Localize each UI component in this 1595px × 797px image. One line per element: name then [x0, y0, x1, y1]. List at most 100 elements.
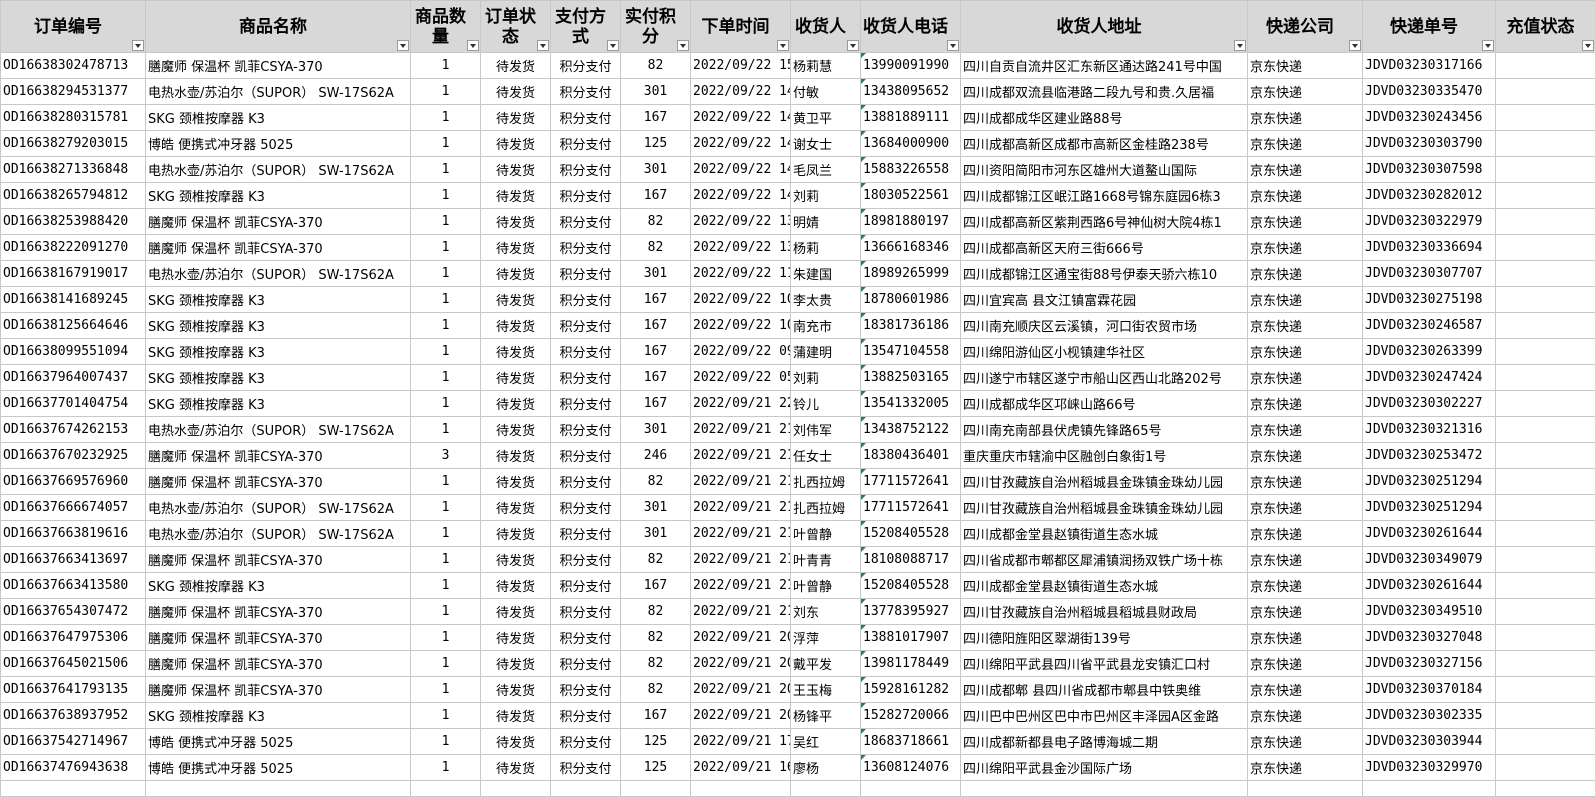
cell-product-name[interactable]: SKG 颈椎按摩器 K3 [145, 312, 411, 339]
cell-order-status[interactable]: 待发货 [480, 494, 551, 521]
cell-payment-method[interactable]: 积分支付 [550, 312, 621, 339]
cell-recharge-status[interactable] [1495, 390, 1595, 417]
cell-recipient-phone[interactable]: 18683718661 [860, 728, 961, 755]
cell-recipient-address[interactable]: 四川甘孜藏族自治州稻城县金珠镇金珠幼儿园 [960, 494, 1248, 521]
cell-recipient-phone[interactable]: 18989265999 [860, 260, 961, 287]
cell-recipient-phone[interactable]: 13981178449 [860, 650, 961, 677]
cell-points-paid[interactable]: 301 [620, 416, 691, 443]
cell-recharge-status[interactable] [1495, 364, 1595, 391]
cell-tracking-number[interactable]: JDVD03230253472 [1362, 442, 1496, 469]
cell-recipient-address[interactable]: 四川成都高新区天府三街666号 [960, 234, 1248, 261]
cell-tracking-number[interactable]: JDVD03230329970 [1362, 754, 1496, 781]
empty-cell[interactable] [1362, 780, 1496, 797]
cell-order-status[interactable]: 待发货 [480, 572, 551, 599]
filter-dropdown-icon[interactable] [947, 40, 959, 51]
cell-tracking-number[interactable]: JDVD03230247424 [1362, 364, 1496, 391]
cell-payment-method[interactable]: 积分支付 [550, 598, 621, 625]
cell-points-paid[interactable]: 82 [620, 208, 691, 235]
cell-order-status[interactable]: 待发货 [480, 208, 551, 235]
cell-tracking-number[interactable]: JDVD03230251294 [1362, 468, 1496, 495]
cell-points-paid[interactable]: 167 [620, 364, 691, 391]
cell-payment-method[interactable]: 积分支付 [550, 468, 621, 495]
cell-recipient-phone[interactable]: 13881889111 [860, 104, 961, 131]
cell-product-name[interactable]: 膳魔师 保温杯 凯菲CSYA-370 [145, 442, 411, 469]
cell-recipient[interactable]: 谢女士 [790, 130, 861, 157]
cell-payment-method[interactable]: 积分支付 [550, 78, 621, 105]
cell-recipient-address[interactable]: 四川巴中巴州区巴中市巴州区丰泽园A区金路 [960, 702, 1248, 729]
cell-product-name[interactable]: 膳魔师 保温杯 凯菲CSYA-370 [145, 208, 411, 235]
cell-product-name[interactable]: 膳魔师 保温杯 凯菲CSYA-370 [145, 546, 411, 573]
cell-order-id[interactable]: OD16638265794812 [0, 182, 146, 209]
cell-payment-method[interactable]: 积分支付 [550, 104, 621, 131]
cell-order-status[interactable]: 待发货 [480, 468, 551, 495]
cell-tracking-number[interactable]: JDVD03230349510 [1362, 598, 1496, 625]
cell-order-status[interactable]: 待发货 [480, 182, 551, 209]
cell-payment-method[interactable]: 积分支付 [550, 390, 621, 417]
cell-order-id[interactable]: OD16638279203015 [0, 130, 146, 157]
cell-order-time[interactable]: 2022/09/21 20 [690, 676, 791, 703]
cell-order-status[interactable]: 待发货 [480, 78, 551, 105]
cell-recipient-phone[interactable]: 17711572641 [860, 494, 961, 521]
cell-product-name[interactable]: SKG 颈椎按摩器 K3 [145, 390, 411, 417]
cell-order-status[interactable]: 待发货 [480, 702, 551, 729]
cell-quantity[interactable]: 1 [410, 104, 481, 131]
cell-order-status[interactable]: 待发货 [480, 598, 551, 625]
cell-points-paid[interactable]: 167 [620, 104, 691, 131]
cell-recipient-phone[interactable]: 13881017907 [860, 624, 961, 651]
cell-recharge-status[interactable] [1495, 754, 1595, 781]
cell-tracking-number[interactable]: JDVD03230302227 [1362, 390, 1496, 417]
cell-product-name[interactable]: 膳魔师 保温杯 凯菲CSYA-370 [145, 234, 411, 261]
cell-order-status[interactable]: 待发货 [480, 754, 551, 781]
cell-product-name[interactable]: 电热水壶/苏泊尔（SUPOR） SW-17S62A [145, 260, 411, 287]
cell-order-id[interactable]: OD16637638937952 [0, 702, 146, 729]
cell-payment-method[interactable]: 积分支付 [550, 364, 621, 391]
filter-dropdown-icon[interactable] [777, 40, 789, 51]
cell-order-status[interactable]: 待发货 [480, 728, 551, 755]
column-header-recipient-phone[interactable]: 收货人电话 [860, 0, 961, 53]
cell-order-id[interactable]: OD16637663413697 [0, 546, 146, 573]
cell-order-id[interactable]: OD16638222091270 [0, 234, 146, 261]
cell-quantity[interactable]: 1 [410, 546, 481, 573]
cell-recharge-status[interactable] [1495, 598, 1595, 625]
cell-quantity[interactable]: 1 [410, 598, 481, 625]
cell-recipient-address[interactable]: 四川成都锦江区岷江路1668号锦东庭园6栋3 [960, 182, 1248, 209]
cell-order-time[interactable]: 2022/09/21 21 [690, 572, 791, 599]
cell-recipient[interactable]: 扎西拉姆 [790, 494, 861, 521]
cell-recharge-status[interactable] [1495, 624, 1595, 651]
cell-product-name[interactable]: 博皓 便携式冲牙器 5025 [145, 754, 411, 781]
cell-order-time[interactable]: 2022/09/21 20 [690, 702, 791, 729]
cell-recipient[interactable]: 刘莉 [790, 364, 861, 391]
cell-points-paid[interactable]: 167 [620, 182, 691, 209]
cell-recharge-status[interactable] [1495, 78, 1595, 105]
cell-order-id[interactable]: OD16637674262153 [0, 416, 146, 443]
cell-points-paid[interactable]: 82 [620, 468, 691, 495]
cell-recharge-status[interactable] [1495, 286, 1595, 313]
cell-courier-company[interactable]: 京东快递 [1247, 364, 1363, 391]
cell-order-id[interactable]: OD16638125664646 [0, 312, 146, 339]
filter-dropdown-icon[interactable] [132, 40, 144, 51]
cell-recipient-address[interactable]: 四川绵阳游仙区小枧镇建华社区 [960, 338, 1248, 365]
cell-payment-method[interactable]: 积分支付 [550, 260, 621, 287]
cell-order-time[interactable]: 2022/09/21 20 [690, 650, 791, 677]
cell-courier-company[interactable]: 京东快递 [1247, 390, 1363, 417]
cell-recipient-address[interactable]: 四川自贡自流井区汇东新区通达路241号中国 [960, 52, 1248, 79]
cell-recipient[interactable]: 南充市 [790, 312, 861, 339]
cell-order-time[interactable]: 2022/09/21 21 [690, 494, 791, 521]
cell-order-id[interactable]: OD16637663819616 [0, 520, 146, 547]
cell-product-name[interactable]: 膳魔师 保温杯 凯菲CSYA-370 [145, 676, 411, 703]
cell-recharge-status[interactable] [1495, 52, 1595, 79]
cell-recipient[interactable]: 刘东 [790, 598, 861, 625]
cell-courier-company[interactable]: 京东快递 [1247, 312, 1363, 339]
cell-order-id[interactable]: OD16637645021506 [0, 650, 146, 677]
cell-quantity[interactable]: 3 [410, 442, 481, 469]
cell-quantity[interactable]: 1 [410, 416, 481, 443]
cell-order-id[interactable]: OD16637641793135 [0, 676, 146, 703]
cell-order-id[interactable]: OD16637669576960 [0, 468, 146, 495]
cell-points-paid[interactable]: 82 [620, 234, 691, 261]
cell-product-name[interactable]: 膳魔师 保温杯 凯菲CSYA-370 [145, 624, 411, 651]
cell-recipient-phone[interactable]: 13990091990 [860, 52, 961, 79]
cell-tracking-number[interactable]: JDVD03230243456 [1362, 104, 1496, 131]
cell-order-id[interactable]: OD16637476943638 [0, 754, 146, 781]
cell-courier-company[interactable]: 京东快递 [1247, 676, 1363, 703]
cell-recharge-status[interactable] [1495, 546, 1595, 573]
